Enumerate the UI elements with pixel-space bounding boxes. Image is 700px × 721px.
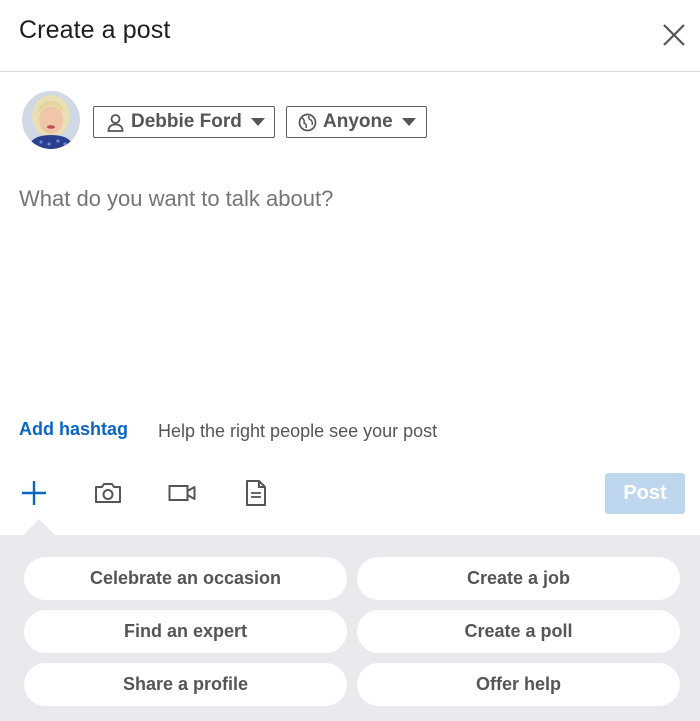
audience-label: Anyone <box>323 111 393 132</box>
plus-icon <box>22 481 46 505</box>
globe-icon <box>298 113 317 132</box>
add-content-button[interactable] <box>15 474 53 512</box>
page-title: Create a post <box>19 16 171 44</box>
panel-pointer <box>22 519 56 536</box>
create-poll-button[interactable]: Create a poll <box>357 610 680 653</box>
close-button[interactable] <box>658 19 690 51</box>
camera-icon <box>95 483 121 503</box>
add-photo-button[interactable] <box>89 474 127 512</box>
audience-selector[interactable]: Anyone <box>286 106 427 138</box>
find-expert-button[interactable]: Find an expert <box>24 610 347 653</box>
celebrate-occasion-button[interactable]: Celebrate an occasion <box>24 557 347 600</box>
offer-help-button[interactable]: Offer help <box>357 663 680 706</box>
video-icon <box>168 485 196 501</box>
post-button[interactable]: Post <box>605 473 685 514</box>
caret-down-icon <box>250 118 265 126</box>
caret-down-icon <box>401 118 416 126</box>
add-video-button[interactable] <box>163 474 201 512</box>
author-name: Debbie Ford <box>131 111 242 132</box>
person-icon <box>106 113 125 132</box>
close-icon <box>663 24 685 46</box>
avatar <box>22 91 80 149</box>
add-document-button[interactable] <box>237 474 275 512</box>
post-composer[interactable] <box>19 186 679 386</box>
share-profile-button[interactable]: Share a profile <box>24 663 347 706</box>
hashtag-help-text: Help the right people see your post <box>158 421 438 441</box>
document-icon <box>246 480 266 506</box>
author-selector[interactable]: Debbie Ford <box>93 106 275 138</box>
add-hashtag-link[interactable]: Add hashtag <box>19 419 128 440</box>
create-job-button[interactable]: Create a job <box>357 557 680 600</box>
modal-header: Create a post <box>0 0 700 72</box>
